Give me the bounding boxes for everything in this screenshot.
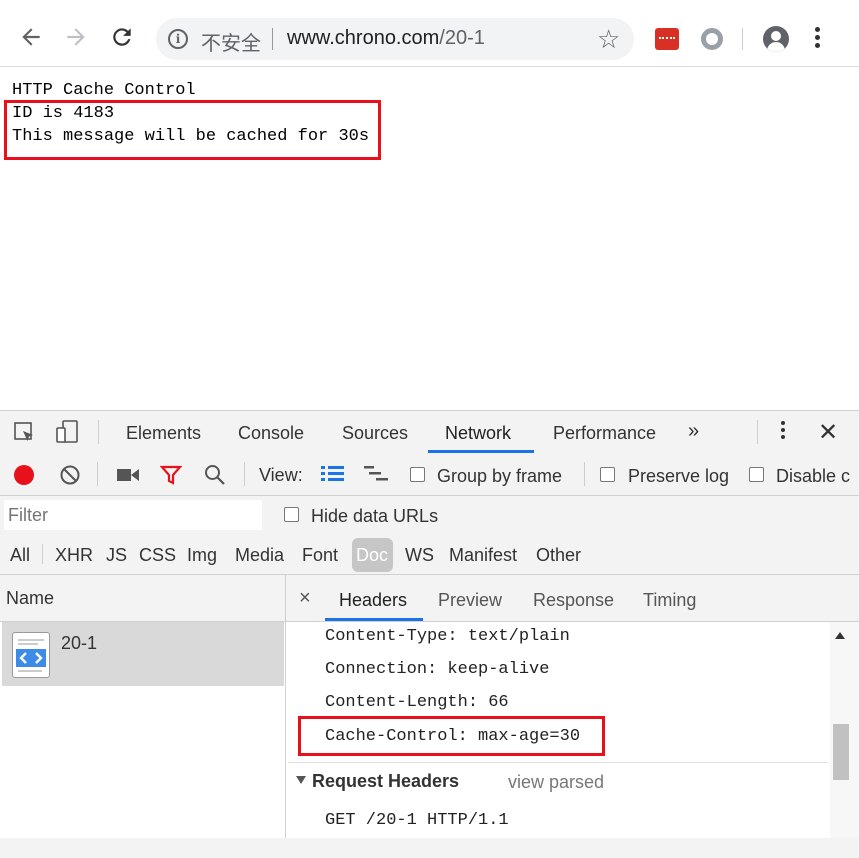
tab-response[interactable]: Response: [533, 590, 614, 611]
type-font[interactable]: Font: [302, 545, 338, 566]
request-headers-title[interactable]: Request Headers: [312, 771, 459, 792]
type-all[interactable]: All: [10, 545, 30, 566]
screenshot-camera-icon[interactable]: [117, 467, 139, 483]
details-close-button[interactable]: ×: [299, 587, 311, 610]
type-doc[interactable]: Doc: [356, 545, 388, 566]
device-toolbar-icon[interactable]: [55, 420, 79, 444]
page-title: HTTP Cache Control: [12, 81, 196, 100]
search-icon[interactable]: [203, 463, 227, 487]
tab-headers[interactable]: Headers: [339, 590, 407, 611]
large-rows-icon[interactable]: [321, 465, 345, 483]
triangle-down-icon[interactable]: [296, 776, 306, 784]
inspect-element-icon[interactable]: [14, 422, 36, 444]
more-tabs-button[interactable]: »: [688, 420, 699, 443]
omnibox-divider: [272, 28, 273, 50]
type-divider: [42, 544, 43, 564]
section-divider: [288, 762, 828, 763]
extension-ring-icon[interactable]: [701, 28, 723, 50]
type-css[interactable]: CSS: [139, 545, 176, 566]
url-text[interactable]: www.chrono.com/20-1: [287, 27, 485, 50]
document-file-icon: [12, 632, 50, 678]
hide-data-urls-checkbox[interactable]: [284, 507, 299, 522]
type-img[interactable]: Img: [187, 545, 217, 566]
arrow-right-icon: [67, 28, 85, 46]
annotation-highlight-cache-control: [298, 716, 605, 756]
filter-input[interactable]: [4, 500, 262, 530]
profile-icon[interactable]: [763, 26, 789, 52]
browser-menu-icon[interactable]: [815, 27, 821, 51]
star-icon[interactable]: ☆: [597, 24, 620, 55]
active-tab-indicator: [428, 450, 534, 453]
toolbar-divider: [97, 462, 98, 486]
extension-password-icon[interactable]: [655, 28, 679, 50]
waterfall-icon[interactable]: [364, 465, 390, 483]
clear-icon[interactable]: [59, 464, 81, 486]
request-line: GET /20-1 HTTP/1.1: [325, 811, 509, 830]
disable-cache-label: Disable c: [776, 466, 851, 486]
toolbar-divider: [244, 462, 245, 486]
url-path: /20-1: [439, 27, 485, 49]
tab-elements[interactable]: Elements: [126, 423, 201, 444]
reload-icon: [113, 28, 131, 46]
tab-network[interactable]: Network: [445, 423, 511, 444]
tab-timing[interactable]: Timing: [643, 590, 696, 611]
filter-icon[interactable]: [160, 464, 182, 486]
type-manifest[interactable]: Manifest: [449, 545, 517, 566]
forward-button[interactable]: [62, 24, 90, 52]
tab-preview[interactable]: Preview: [438, 590, 502, 611]
header-connection: Connection: keep-alive: [325, 660, 550, 679]
header-content-length: Content-Length: 66: [325, 693, 509, 712]
preserve-log-label: Preserve log: [628, 466, 730, 486]
request-name[interactable]: 20-1: [61, 633, 97, 654]
arrow-left-icon: [22, 28, 40, 46]
security-label[interactable]: 不安全: [201, 27, 261, 56]
type-js[interactable]: JS: [106, 545, 127, 566]
annotation-highlight-page: [4, 100, 381, 160]
view-label: View:: [259, 465, 303, 485]
scroll-up-arrow-icon[interactable]: [835, 632, 845, 639]
header-content-type: Content-Type: text/plain: [325, 627, 570, 646]
info-icon[interactable]: i: [168, 29, 188, 49]
url-host: www.chrono.com: [287, 27, 440, 49]
view-parsed-link[interactable]: view parsed: [508, 772, 604, 793]
type-xhr[interactable]: XHR: [55, 545, 93, 566]
devtools-close-button[interactable]: ✕: [818, 418, 838, 447]
preserve-log-checkbox[interactable]: [600, 467, 615, 482]
window-bottom-edge: [0, 838, 859, 858]
disable-cache-checkbox[interactable]: [749, 467, 764, 482]
reload-button[interactable]: [108, 24, 136, 52]
toolbar-divider: [584, 462, 585, 486]
back-button[interactable]: [17, 24, 45, 52]
type-media[interactable]: Media: [235, 545, 284, 566]
tab-console[interactable]: Console: [238, 423, 304, 444]
type-ws[interactable]: WS: [405, 545, 434, 566]
toolbar-divider: [742, 28, 743, 50]
devtools-menu-icon[interactable]: [781, 421, 787, 442]
type-other[interactable]: Other: [536, 545, 581, 566]
tab-performance[interactable]: Performance: [553, 423, 656, 444]
group-by-frame-checkbox[interactable]: [410, 467, 425, 482]
devtools-divider: [757, 420, 758, 444]
record-icon[interactable]: [14, 465, 34, 485]
hide-data-urls-label: Hide data URLs: [311, 506, 439, 526]
group-by-frame-label: Group by frame: [437, 466, 563, 486]
tab-sources[interactable]: Sources: [342, 423, 408, 444]
scrollbar-thumb[interactable]: [833, 724, 849, 780]
name-header-label: Name: [6, 588, 55, 608]
devtools-divider: [98, 420, 99, 444]
details-active-tab-indicator: [325, 618, 423, 621]
